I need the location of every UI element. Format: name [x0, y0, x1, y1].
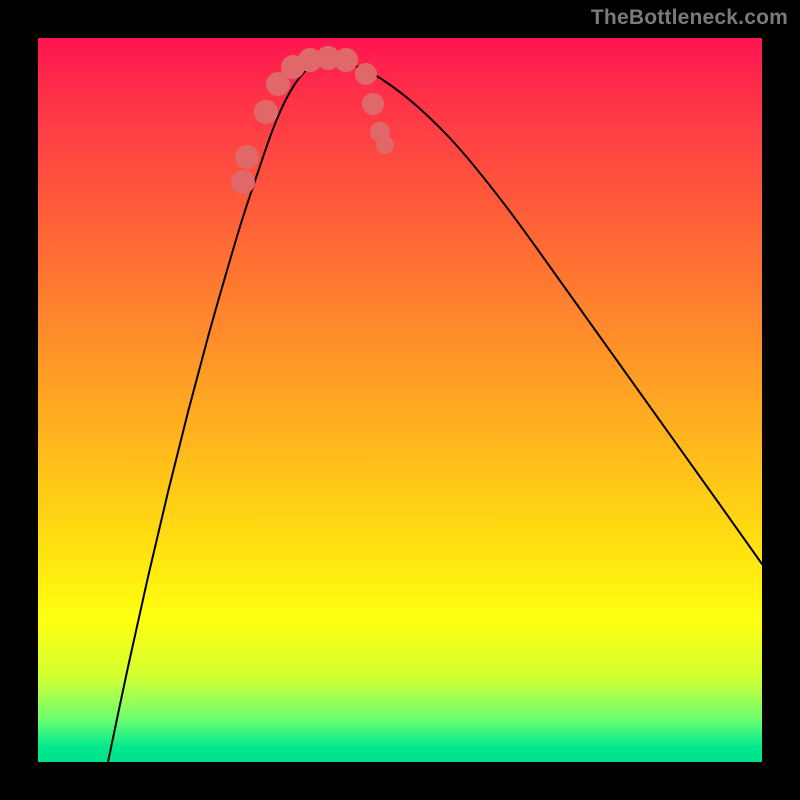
chart-frame: TheBottleneck.com [0, 0, 800, 800]
data-point [376, 136, 394, 154]
bottleneck-curve-path [108, 61, 762, 762]
plot-area [38, 38, 762, 762]
data-point [231, 170, 255, 194]
chart-svg [38, 38, 762, 762]
data-point [355, 63, 377, 85]
data-point [254, 100, 278, 124]
data-point [334, 48, 358, 72]
watermark-text: TheBottleneck.com [591, 6, 788, 30]
bottleneck-curve [108, 61, 762, 762]
data-point [362, 93, 384, 115]
data-point [235, 145, 259, 169]
data-point-markers [231, 46, 394, 194]
